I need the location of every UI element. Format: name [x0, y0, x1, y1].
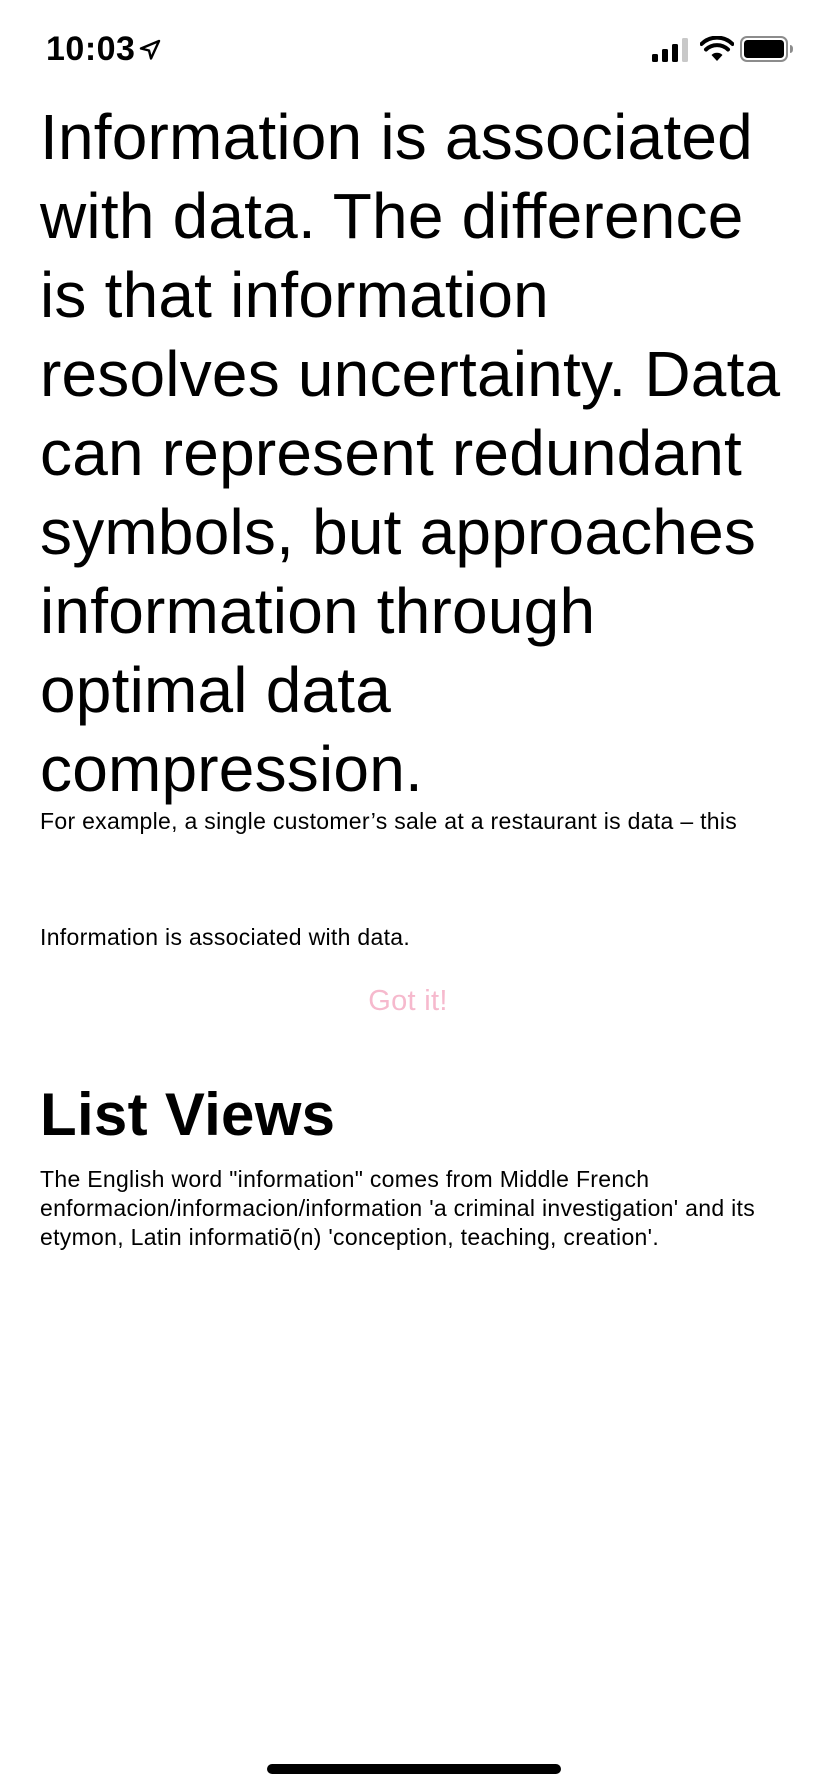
section-body-text: The English word "information" comes fro… — [40, 1166, 755, 1250]
status-bar: 10:03 — [0, 0, 828, 100]
main-content: Information is associated with data. The… — [40, 98, 828, 1252]
example-text: For example, a single customer’s sale at… — [40, 808, 738, 834]
headline-text: Information is associated with data. The… — [40, 101, 781, 805]
wifi-icon — [700, 36, 734, 61]
got-it-button[interactable]: Got it! — [368, 981, 447, 1021]
battery-icon — [740, 36, 793, 62]
status-time: 10:03 — [46, 30, 136, 68]
cellular-signal-icon — [652, 38, 688, 62]
section-title: List Views — [40, 1081, 336, 1148]
home-indicator[interactable] — [267, 1764, 561, 1774]
location-arrow-icon — [139, 39, 161, 60]
info-text: Information is associated with data. — [40, 924, 411, 950]
